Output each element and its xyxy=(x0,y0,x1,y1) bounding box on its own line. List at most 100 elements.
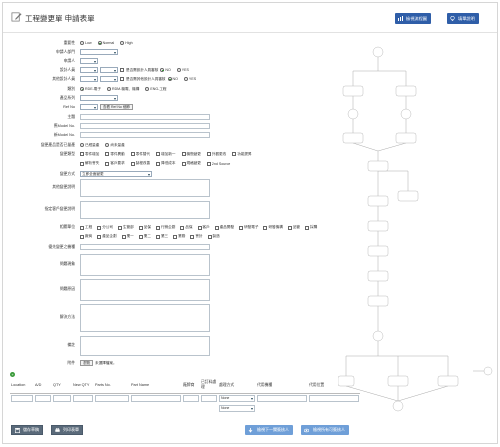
unit-17[interactable]: 業務 xyxy=(173,234,185,239)
unit-12[interactable]: 廠商 xyxy=(80,234,92,239)
change-type-6[interactable]: 功能提昇 xyxy=(232,152,252,157)
unit-12-checkbox[interactable] xyxy=(80,234,84,239)
unit-6[interactable]: 客戶 xyxy=(197,225,210,230)
brand-input[interactable] xyxy=(183,394,199,402)
ad-input[interactable] xyxy=(35,394,51,402)
issue-textarea[interactable] xyxy=(80,254,210,276)
designer-radio-yes[interactable] xyxy=(176,68,181,72)
save-draft-button[interactable]: 儲存草稿 xyxy=(11,425,43,435)
change-type-9[interactable]: 製程改善 xyxy=(130,161,150,166)
change-type-7[interactable]: 解析會失 xyxy=(80,161,99,166)
reviewer-no[interactable]: NO xyxy=(167,77,178,81)
mass-production-no[interactable]: 尚未量產 xyxy=(105,143,125,148)
print-button[interactable]: 列印表單 xyxy=(51,425,83,435)
unit-8-checkbox[interactable] xyxy=(239,225,244,230)
change-type-2[interactable]: 零件替代 xyxy=(130,152,150,157)
reviewer-select[interactable] xyxy=(100,76,118,82)
old-model-input[interactable] xyxy=(80,123,210,129)
designer-no[interactable]: NO xyxy=(160,68,171,72)
unit-7-checkbox[interactable] xyxy=(214,225,219,230)
unit-14[interactable]: 業一 xyxy=(121,234,134,239)
customer-change-textarea[interactable] xyxy=(80,201,210,219)
mass-production-radio-yes[interactable] xyxy=(80,143,84,147)
unit-17-checkbox[interactable] xyxy=(173,234,178,239)
change-type-6-checkbox[interactable] xyxy=(232,152,237,157)
cause-textarea[interactable] xyxy=(80,279,210,301)
category-rde[interactable]: RDE-電子 xyxy=(80,87,101,92)
designer-dept-select[interactable] xyxy=(80,67,98,73)
new-qty-input[interactable] xyxy=(73,394,93,402)
unit-13-checkbox[interactable] xyxy=(97,234,102,239)
unit-11[interactable]: 採購 xyxy=(305,225,317,230)
change-type-5-checkbox[interactable] xyxy=(206,152,211,157)
applicant-select[interactable] xyxy=(80,58,98,64)
unit-19-checkbox[interactable] xyxy=(207,234,212,239)
view-flowchart-button[interactable]: 檢視流程圖 xyxy=(395,13,431,24)
reviewer-dept-select[interactable] xyxy=(80,76,98,82)
unit-10[interactable]: 品管 xyxy=(287,225,300,230)
unit-9-checkbox[interactable] xyxy=(263,225,268,230)
unit-19[interactable]: 製造 xyxy=(207,234,220,239)
designer-yes[interactable]: YES xyxy=(176,68,189,72)
all-signers-button[interactable]: 檢視所有可簽核人 xyxy=(301,425,349,435)
sub-model-input[interactable] xyxy=(257,394,307,402)
unit-8[interactable]: 研發電子 xyxy=(239,225,258,230)
unit-1-checkbox[interactable] xyxy=(97,225,102,230)
change-type-2-checkbox[interactable] xyxy=(130,152,135,157)
parts-no-input[interactable] xyxy=(95,394,129,402)
category-radio-rdm[interactable] xyxy=(106,87,111,91)
unit-3[interactable]: 品保 xyxy=(138,225,151,230)
unit-16-checkbox[interactable] xyxy=(155,234,160,239)
qty-input[interactable] xyxy=(53,394,71,402)
reviewer-radio-no[interactable] xyxy=(167,77,172,81)
next-signer-button[interactable]: 檢視下一關簽核人 xyxy=(245,425,293,435)
importance-high[interactable]: High xyxy=(120,41,133,45)
subject-input[interactable] xyxy=(80,114,210,120)
importance-normal[interactable]: Normal xyxy=(97,41,114,45)
change-type-11-checkbox[interactable] xyxy=(181,161,186,166)
change-type-0-checkbox[interactable] xyxy=(80,152,84,157)
unit-0[interactable]: 工程 xyxy=(80,225,92,230)
unit-9[interactable]: 研發機構 xyxy=(263,225,283,230)
unit-0-checkbox[interactable] xyxy=(80,225,84,230)
unit-16[interactable]: 業三 xyxy=(155,234,168,239)
change-type-1-checkbox[interactable] xyxy=(105,152,110,157)
designer-select[interactable] xyxy=(100,67,118,73)
unit-18[interactable]: 會計 xyxy=(190,234,203,239)
unit-15[interactable]: 業二 xyxy=(138,234,151,239)
change-type-10-checkbox[interactable] xyxy=(156,161,161,166)
unit-18-checkbox[interactable] xyxy=(190,234,195,239)
change-type-4-checkbox[interactable] xyxy=(181,152,186,157)
unit-14-checkbox[interactable] xyxy=(121,234,126,239)
solution-textarea[interactable] xyxy=(80,304,210,332)
radio-low[interactable] xyxy=(80,41,84,45)
ordered-input[interactable] xyxy=(201,394,217,402)
add-row-icon[interactable]: + xyxy=(10,372,15,377)
method-select[interactable]: None xyxy=(219,404,255,412)
change-type-4[interactable]: 機殼變更 xyxy=(181,152,201,157)
dept-select[interactable] xyxy=(80,49,118,55)
category-eng[interactable]: ENG-工程 xyxy=(145,87,167,92)
unit-13[interactable]: 產品企劃 xyxy=(97,234,117,239)
change-type-3[interactable]: 增加新一 xyxy=(156,152,176,157)
other-change-textarea[interactable] xyxy=(80,179,210,197)
unit-2-checkbox[interactable] xyxy=(117,225,122,230)
unit-2[interactable]: 生管部 xyxy=(117,225,134,230)
change-type-7-checkbox[interactable] xyxy=(80,161,84,166)
radio-high[interactable] xyxy=(120,41,125,45)
change-type-9-checkbox[interactable] xyxy=(130,161,135,166)
change-type-8-checkbox[interactable] xyxy=(105,161,110,166)
category-radio-eng[interactable] xyxy=(145,87,150,91)
unit-7[interactable]: 產品開發 xyxy=(214,225,234,230)
change-type-12-checkbox[interactable] xyxy=(206,161,211,166)
unit-6-checkbox[interactable] xyxy=(197,225,202,230)
designer-radio-no[interactable] xyxy=(160,68,165,72)
change-type-8[interactable]: 客戶要求 xyxy=(105,161,125,166)
browse-button[interactable]: 瀏覽 xyxy=(80,360,93,366)
unit-11-checkbox[interactable] xyxy=(305,225,309,230)
category-radio-rde[interactable] xyxy=(80,87,84,91)
unit-4[interactable]: 行銷企劃 xyxy=(155,225,175,230)
importance-low[interactable]: Low xyxy=(80,41,92,45)
unit-5[interactable]: 品保 xyxy=(180,225,193,230)
mass-production-radio-no[interactable] xyxy=(105,143,110,147)
